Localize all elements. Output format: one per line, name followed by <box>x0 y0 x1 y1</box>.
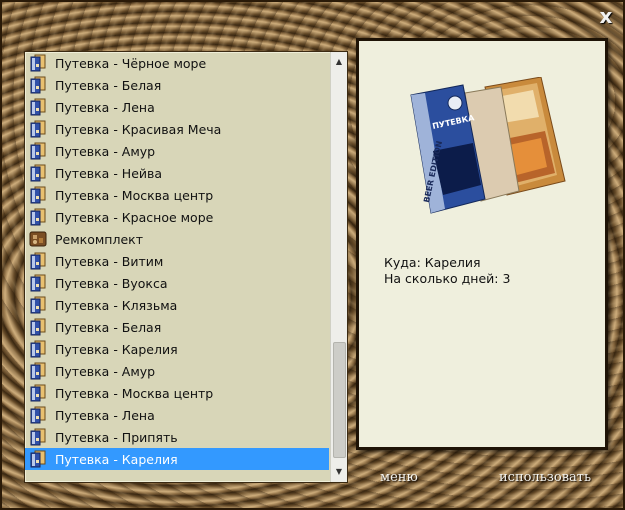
voucher-icon <box>30 362 46 380</box>
voucher-icon <box>30 428 46 446</box>
list-item-label: Путевка - Вуокса <box>55 275 168 291</box>
list-item-label: Путевка - Карелия <box>55 451 178 467</box>
voucher-icon <box>30 384 46 402</box>
list-item[interactable]: Ремкомплект <box>25 228 329 250</box>
voucher-icon <box>30 164 46 182</box>
list-item[interactable]: Путевка - Витим <box>25 250 329 272</box>
list-item[interactable]: Путевка - Нейва <box>25 162 329 184</box>
list-item-label: Путевка - Белая <box>55 319 162 335</box>
list-item[interactable]: Путевка - Вуокса <box>25 272 329 294</box>
list-item[interactable]: Путевка - Карелия <box>25 448 329 470</box>
list-item-label: Путевка - Лена <box>55 99 155 115</box>
brochure-image: ПУТЕВКА BEER EDITION <box>410 77 566 214</box>
voucher-icon <box>30 98 46 116</box>
voucher-icon <box>30 450 46 468</box>
list-item[interactable]: Путевка - Амур <box>25 140 329 162</box>
list-item-label: Путевка - Лена <box>55 407 155 423</box>
list-item[interactable]: Путевка - Красное море <box>25 206 329 228</box>
list-item-label: Путевка - Красное море <box>55 209 214 225</box>
list-item[interactable]: Путевка - Клязьма <box>25 294 329 316</box>
destination-text: Куда: Карелия <box>384 255 481 270</box>
voucher-icon <box>30 186 46 204</box>
list-item[interactable]: Путевка - Белая <box>25 316 329 338</box>
list-item[interactable]: Путевка - Амур <box>25 360 329 382</box>
scroll-up-arrow-icon[interactable]: ▲ <box>331 54 347 70</box>
list-item-label: Путевка - Москва центр <box>55 187 214 203</box>
voucher-icon <box>30 120 46 138</box>
voucher-icon <box>30 296 46 314</box>
use-button[interactable]: использовать <box>499 469 591 487</box>
list-item-label: Путевка - Амур <box>55 143 156 159</box>
list-scrollbar[interactable]: ▲ ▼ <box>330 52 347 482</box>
duration-text: На сколько дней: 3 <box>384 271 511 286</box>
voucher-icon <box>30 318 46 336</box>
voucher-icon <box>30 252 46 270</box>
list-item-label: Путевка - Клязьма <box>55 297 178 313</box>
scroll-down-arrow-icon[interactable]: ▼ <box>331 464 347 480</box>
list-item-label: Ремкомплект <box>55 231 143 247</box>
list-item[interactable]: Путевка - Лена <box>25 404 329 426</box>
close-icon: x <box>599 4 613 28</box>
list-item-label: Путевка - Чёрное море <box>55 55 207 71</box>
list-item-label: Путевка - Москва центр <box>55 385 214 401</box>
inventory-list-items: Путевка - Чёрное море Путевка - Белая Путе… <box>25 52 329 482</box>
close-button[interactable]: x <box>596 6 616 26</box>
list-item[interactable]: Путевка - Припять <box>25 426 329 448</box>
list-item-label: Путевка - Витим <box>55 253 164 269</box>
list-item[interactable]: Путевка - Москва центр <box>25 382 329 404</box>
list-item[interactable]: Путевка - Лена <box>25 96 329 118</box>
inventory-list: Путевка - Чёрное море Путевка - Белая Путе… <box>24 51 348 483</box>
voucher-icon <box>30 76 46 94</box>
list-item[interactable]: Путевка - Чёрное море <box>25 52 329 74</box>
voucher-icon <box>30 54 46 72</box>
list-item[interactable]: Путевка - Москва центр <box>25 184 329 206</box>
voucher-icon <box>30 406 46 424</box>
list-item[interactable]: Путевка - Белая <box>25 74 329 96</box>
repair-kit-icon <box>29 231 47 247</box>
list-item[interactable]: Путевка - Красивая Меча <box>25 118 329 140</box>
list-item-label: Путевка - Красивая Меча <box>55 121 222 137</box>
menu-button[interactable]: меню <box>380 469 418 487</box>
voucher-icon <box>30 340 46 358</box>
list-item-label: Путевка - Нейва <box>55 165 163 181</box>
list-item-label: Путевка - Белая <box>55 77 162 93</box>
list-item-label: Путевка - Припять <box>55 429 178 445</box>
list-item[interactable]: Путевка - Карелия <box>25 338 329 360</box>
voucher-icon <box>30 274 46 292</box>
voucher-icon <box>30 208 46 226</box>
item-details-panel: ПУТЕВКА BEER EDITION Куда: Карелия На ск… <box>356 38 608 450</box>
voucher-icon <box>30 142 46 160</box>
list-item-label: Путевка - Амур <box>55 363 156 379</box>
scrollbar-thumb[interactable] <box>333 342 346 458</box>
list-item-label: Путевка - Карелия <box>55 341 178 357</box>
